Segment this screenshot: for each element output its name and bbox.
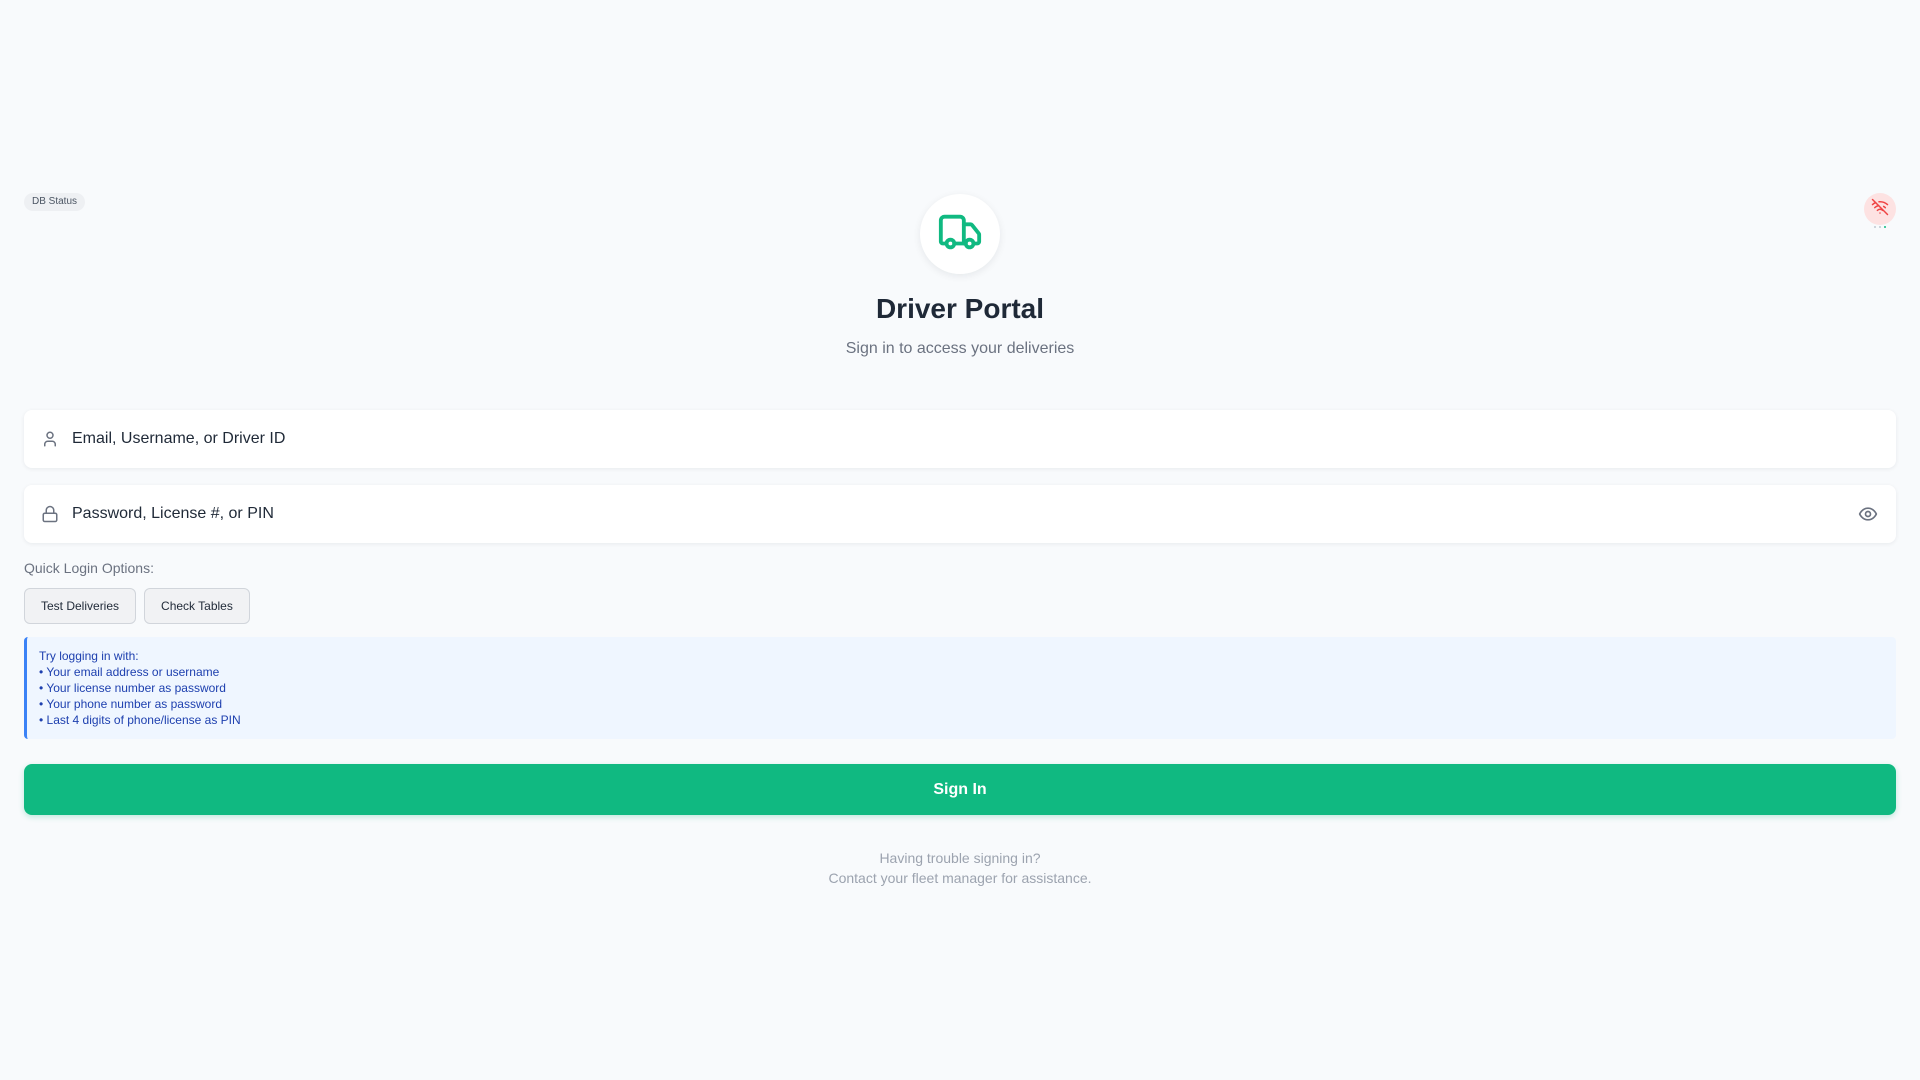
- connection-status-button[interactable]: [1864, 193, 1896, 225]
- eye-icon[interactable]: [1856, 502, 1880, 526]
- hint-item: • Your license number as password: [39, 681, 226, 695]
- username-input[interactable]: [72, 430, 1880, 448]
- help-text: Having trouble signing in? Contact your …: [0, 848, 1920, 888]
- sign-in-button[interactable]: Sign In: [24, 764, 1896, 815]
- hint-item: • Your email address or username: [39, 665, 220, 679]
- test-deliveries-button[interactable]: Test Deliveries: [24, 588, 137, 624]
- truck-icon: [937, 209, 983, 260]
- hint-item: • Your phone number as password: [39, 697, 222, 711]
- help-line-contact: Contact your fleet manager for assistanc…: [828, 870, 1092, 886]
- wifi-off-icon: [1871, 198, 1889, 221]
- login-page: DB Status Driver Portal Sign in to acces…: [0, 0, 1920, 1080]
- db-status-badge[interactable]: DB Status: [24, 193, 86, 211]
- lock-icon: [40, 504, 60, 524]
- check-tables-button[interactable]: Check Tables: [144, 588, 250, 624]
- quick-login-options: Test Deliveries Check Tables: [24, 588, 250, 624]
- login-hint-box: Try logging in with: • Your email addres…: [24, 637, 1896, 739]
- connection-indicator-dots: [1874, 226, 1886, 228]
- hint-item: • Last 4 digits of phone/license as PIN: [39, 713, 241, 727]
- username-field-container: [24, 410, 1896, 468]
- password-field-container: [24, 485, 1896, 543]
- page-subtitle: Sign in to access your deliveries: [845, 340, 1075, 357]
- truck-logo: [920, 194, 1000, 274]
- help-line-trouble: Having trouble signing in?: [879, 850, 1041, 866]
- hint-title: Try logging in with:: [39, 649, 139, 663]
- page-title: Driver Portal: [875, 293, 1045, 324]
- quick-login-label: Quick Login Options:: [24, 560, 154, 576]
- user-icon: [40, 429, 60, 449]
- password-input[interactable]: [72, 505, 1856, 523]
